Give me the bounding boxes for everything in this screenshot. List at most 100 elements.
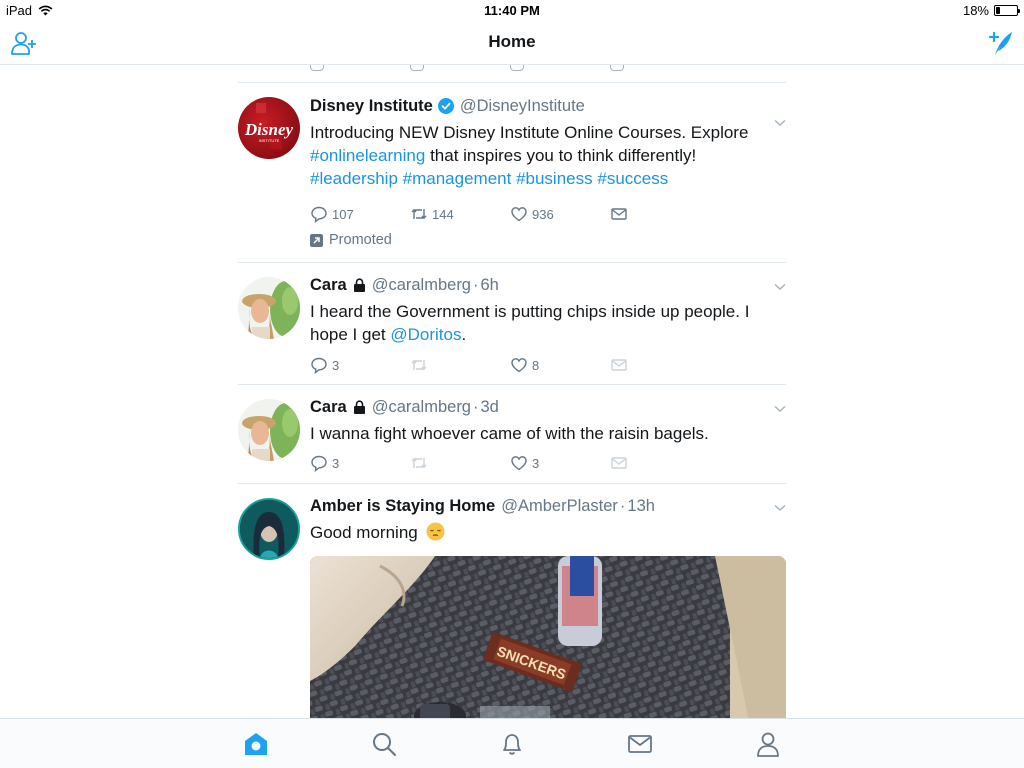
retweet-icon [411,360,427,370]
tweet-actions: 3 8 [310,355,784,375]
hashtag-link[interactable]: #onlinelearning [310,146,425,165]
heart-icon [511,358,527,373]
envelope-icon [611,208,627,220]
tweet-header: Disney Institute @DisneyInstitute [310,96,784,116]
reply-count: 3 [332,455,340,471]
avatar[interactable] [238,399,300,461]
tweet-text-segment: . [461,325,467,344]
profile-icon[interactable] [755,731,781,757]
envelope-icon [611,359,627,371]
tweet-photo[interactable]: SNICKERS [310,556,786,718]
tweet-text: Introducing NEW Disney Institute Online … [310,121,784,190]
avatar-image [238,277,300,339]
reply-button[interactable]: 107 [310,204,410,224]
timeline-feed[interactable]: Disney INSTITUTE Disney Institute @Disne… [238,65,786,718]
avatar[interactable] [238,498,300,560]
photo-image: SNICKERS [310,556,786,718]
retweet-button-disabled [410,453,510,473]
mention-link[interactable]: @Doritos [390,325,461,344]
heart-icon [511,456,527,471]
user-handle[interactable]: @caralmberg [372,397,471,417]
tweet-text: I wanna fight whoever came of with the r… [310,424,709,443]
tweet-time[interactable]: 13h [627,496,655,516]
reply-count: 3 [332,357,340,373]
battery-icon [994,5,1020,16]
reply-icon [311,455,327,472]
retweet-count: 144 [432,206,454,222]
reply-count: 107 [332,206,354,222]
battery-percent: 18% [962,3,989,18]
direct-message-button-disabled [610,453,710,473]
separator-dot: · [473,398,479,416]
tweet-card[interactable]: Disney INSTITUTE Disney Institute @Disne… [238,83,786,263]
reply-icon [311,357,327,374]
display-name[interactable]: Cara [310,397,347,417]
avatar-image [238,399,300,461]
display-name[interactable]: Amber is Staying Home [310,496,495,516]
like-button[interactable]: 936 [510,204,610,224]
top-nav-bar: Home [0,22,1024,65]
tweet-text-segment: Introducing NEW Disney Institute Online … [310,123,749,142]
display-name[interactable]: Cara [310,275,347,295]
lock-icon [353,400,365,414]
svg-text:Disney: Disney [244,120,294,139]
retweet-button-disabled [410,355,510,375]
reply-button[interactable]: 3 [310,453,410,473]
status-bar: iPad 11:40 PM 18% [0,0,1024,22]
messages-envelope-icon[interactable] [627,731,653,757]
display-name[interactable]: Disney Institute [310,96,433,116]
svg-text:INSTITUTE: INSTITUTE [259,138,280,143]
tweet-header: Cara @caralmberg · 3d [310,397,784,417]
reply-icon [311,206,327,223]
tweet-text: Good morning [310,521,784,544]
reply-button[interactable]: 3 [310,355,410,375]
tweet-text-segment: that inspires you to think differently! [430,146,697,165]
bottom-tab-bar [0,718,1024,768]
tweet-text: I heard the Government is putting chips … [310,300,784,346]
user-handle[interactable]: @DisneyInstitute [460,96,585,116]
retweet-button[interactable]: 144 [410,204,510,224]
tweet-text-segment: Good morning [310,523,418,542]
tweet-actions: 107 144 936 [310,204,784,224]
chevron-down-icon[interactable] [774,119,786,127]
like-button[interactable]: 3 [510,453,610,473]
tweet-header: Cara @caralmberg · 6h [310,275,784,295]
verified-badge-icon [437,98,454,114]
tweet-card[interactable]: Amber is Staying Home @AmberPlaster · 13… [238,484,786,718]
page-title: Home [488,32,536,51]
promoted-label: Promoted [310,232,784,248]
hashtag-link[interactable]: #success [597,169,668,188]
user-handle[interactable]: @AmberPlaster [501,496,618,516]
envelope-icon [611,457,627,469]
tweet-card[interactable]: Cara @caralmberg · 6h I heard the Govern… [238,263,786,385]
promoted-text: Promoted [329,232,392,248]
tweet-header: Amber is Staying Home @AmberPlaster · 13… [310,496,784,516]
like-count: 936 [532,206,554,222]
avatar[interactable] [238,277,300,339]
lock-icon [353,278,365,292]
tweet-card[interactable]: Cara @caralmberg · 3d I wanna fight whoe… [238,385,786,484]
hashtag-link[interactable]: #leadership [310,169,398,188]
chevron-down-icon[interactable] [774,283,786,291]
direct-message-button[interactable] [610,204,710,224]
avatar-image [240,500,298,558]
chevron-down-icon[interactable] [774,504,786,512]
like-count: 3 [532,455,540,471]
sleepy-face-emoji [426,522,445,541]
home-icon[interactable] [243,731,269,757]
battery-level [996,7,1000,14]
user-handle[interactable]: @caralmberg [372,275,471,295]
like-button[interactable]: 8 [510,355,610,375]
hashtag-link[interactable]: #business [516,169,593,188]
tweet-actions: 3 3 [310,453,784,473]
notifications-bell-icon[interactable] [499,731,525,757]
hashtag-link[interactable]: #management [403,169,512,188]
previous-tweet-actions [238,65,786,83]
tweet-time[interactable]: 3d [481,397,499,417]
compose-tweet-icon[interactable] [986,29,1014,57]
tweet-time[interactable]: 6h [481,275,499,295]
search-icon[interactable] [371,731,397,757]
separator-dot: · [619,497,626,515]
avatar[interactable]: Disney INSTITUTE [238,97,300,159]
chevron-down-icon[interactable] [774,405,786,413]
